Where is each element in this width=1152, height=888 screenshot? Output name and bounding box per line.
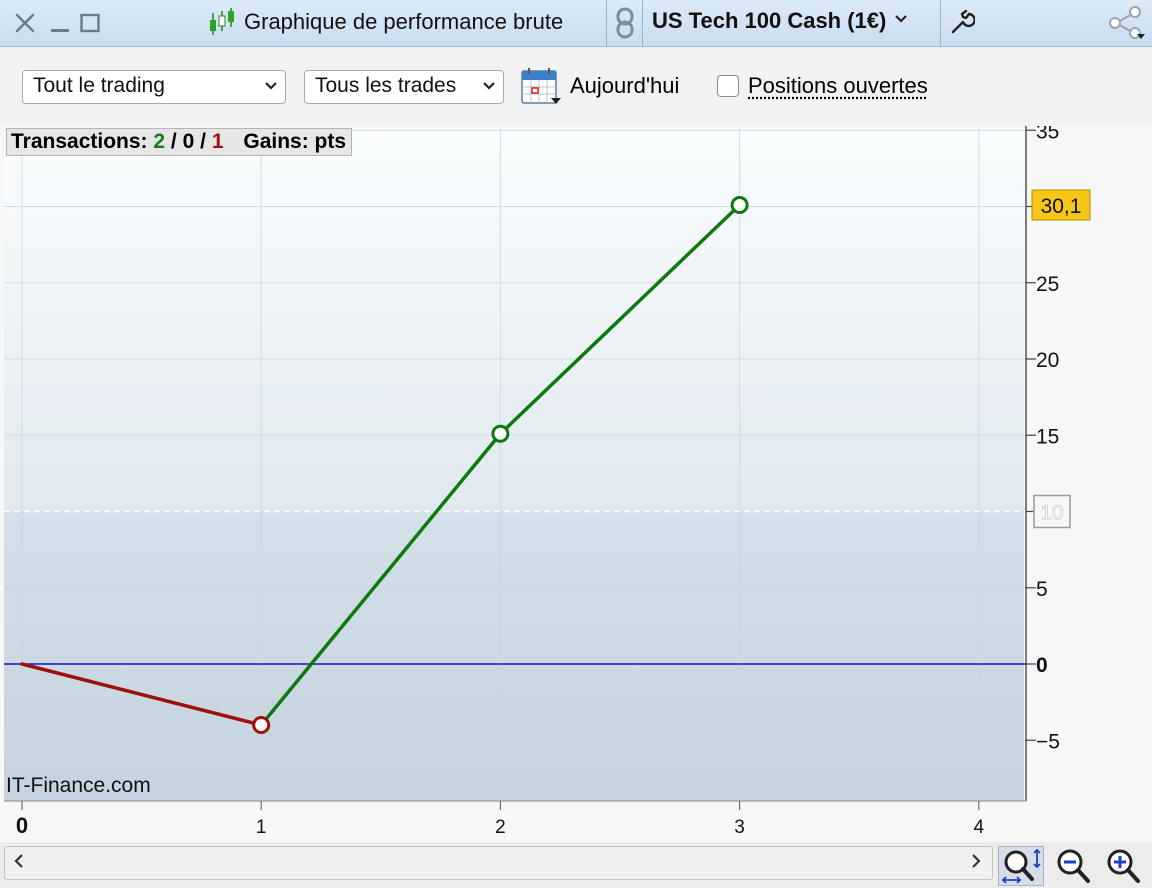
instrument-selector[interactable]: US Tech 100 Cash (1€)	[652, 8, 908, 34]
today-label[interactable]: Aujourd'hui	[570, 73, 679, 99]
x-tick-label: 4	[974, 817, 985, 838]
performance-chart[interactable]: 353025201550−5 01234 30,110	[0, 126, 1152, 842]
y-tick-label: 5	[1036, 578, 1048, 601]
x-tick-label: 3	[734, 817, 745, 838]
lower-zone	[4, 511, 1024, 801]
calendar-icon[interactable]	[520, 66, 562, 111]
chevron-down-icon	[265, 82, 277, 90]
x-tick-label: 1	[256, 817, 267, 838]
open-positions-checkbox[interactable]	[717, 75, 739, 97]
data-point	[252, 716, 271, 734]
trades-filter-select[interactable]: Tous les trades	[304, 70, 504, 104]
y-tick-label: 25	[1036, 273, 1059, 296]
maximize-icon[interactable]	[78, 8, 102, 38]
open-positions-label[interactable]: Positions ouvertes	[748, 73, 928, 99]
separator: /	[200, 130, 206, 153]
gains-label: Gains: pts	[243, 130, 347, 153]
trades-filter-value: Tous les trades	[315, 74, 457, 97]
instrument-label: US Tech 100 Cash (1€)	[652, 8, 887, 33]
data-point	[491, 424, 510, 443]
neutral-count: 0	[182, 130, 195, 153]
horizontal-scrollbar[interactable]	[4, 846, 993, 880]
zoom-in-icon[interactable]	[1100, 846, 1146, 886]
y-tick-label: 0	[1036, 654, 1048, 677]
level-badge-label: 10	[1040, 502, 1063, 525]
last-value-label: 30,1	[1041, 195, 1082, 218]
wrench-icon[interactable]	[946, 8, 978, 38]
trading-scope-select[interactable]: Tout le trading	[22, 70, 286, 104]
x-tick-label: 2	[495, 817, 506, 838]
x-tick-label: 0	[16, 813, 28, 838]
chevron-down-icon	[483, 82, 495, 90]
transactions-label: Transactions:	[11, 130, 148, 153]
zoom-fit-icon[interactable]	[998, 846, 1044, 886]
data-point	[730, 195, 749, 214]
y-tick-label: 35	[1036, 126, 1059, 143]
scroll-right-icon[interactable]	[970, 853, 982, 874]
watermark: IT-Finance.com	[6, 774, 151, 797]
share-icon[interactable]	[1104, 6, 1148, 39]
trading-scope-value: Tout le trading	[33, 74, 165, 97]
losses-count: 1	[211, 130, 224, 153]
separator: /	[170, 130, 177, 153]
transactions-summary: Transactions: 2 / 0 / 1 Gains: pts	[6, 128, 353, 156]
filter-toolbar: Tout le trading Tous les trades Aujourd'…	[0, 48, 1152, 126]
chevron-down-icon	[895, 15, 908, 23]
title-bar: Graphique de performance brute US Tech 1…	[0, 0, 1152, 47]
close-icon[interactable]	[12, 8, 38, 38]
candlestick-icon	[206, 8, 238, 38]
window-title: Graphique de performance brute	[244, 9, 564, 34]
wins-count: 2	[153, 130, 166, 153]
y-tick-label: 15	[1036, 425, 1059, 448]
scroll-left-icon[interactable]	[13, 853, 25, 874]
y-tick-label: −5	[1036, 730, 1060, 753]
minimize-icon[interactable]	[48, 8, 72, 38]
y-tick-label: 20	[1036, 349, 1059, 372]
link-icon[interactable]	[612, 7, 638, 39]
zoom-out-icon[interactable]	[1050, 846, 1096, 886]
